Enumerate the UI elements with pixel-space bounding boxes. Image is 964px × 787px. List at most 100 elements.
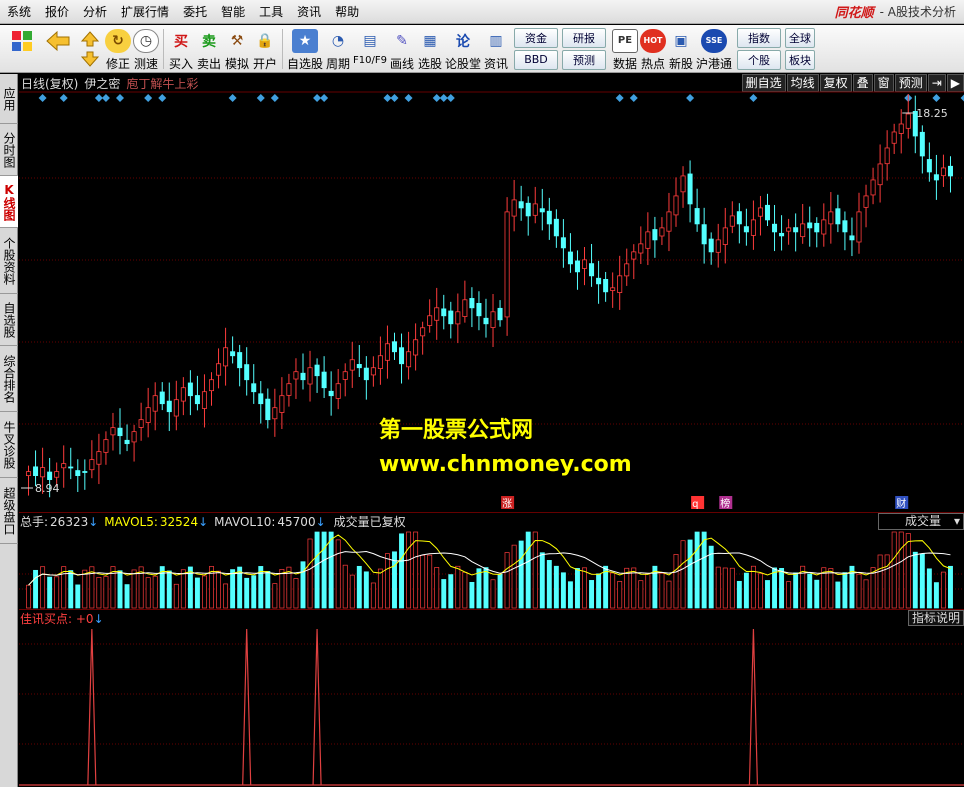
window-title: - A股技术分析 — [879, 5, 956, 19]
volume-panel-header: 总手: 26323 ↓ MAVOL5: 32524 ↓ MAVOL10: 457… — [19, 512, 964, 530]
volume-indicator-select[interactable]: 成交量 ▾ — [878, 513, 964, 530]
volume-bar — [349, 574, 355, 609]
candle-body — [61, 463, 67, 469]
volume-bar — [729, 567, 735, 609]
data-button[interactable]: PE 数据 — [612, 26, 638, 72]
sidebar-tab-timeshare[interactable]: 分时图 — [0, 124, 18, 176]
candle-body — [448, 310, 454, 325]
candle-body — [413, 339, 419, 356]
volume-bar — [180, 569, 186, 609]
forum-button[interactable]: 论 论股堂 — [445, 26, 481, 72]
event-diamond — [749, 94, 758, 102]
mavol10-value: 45700 — [277, 514, 316, 529]
candle-body — [293, 371, 299, 380]
candle-body — [208, 379, 215, 392]
f10-button[interactable]: ▤ F10/F9 — [353, 26, 387, 72]
event-marker-label: 涨 — [502, 498, 512, 510]
f10-label: F10/F9 — [353, 54, 387, 66]
sidebar-tab-kline[interactable]: K线图 — [0, 176, 18, 228]
forecast-button[interactable]: 预测 — [562, 49, 606, 70]
mavol10-line — [28, 550, 951, 586]
menu-help[interactable]: 帮助 — [328, 0, 366, 24]
news-icon: ▥ — [489, 32, 503, 49]
candle-body — [870, 179, 876, 196]
candle-body — [138, 419, 144, 428]
candle-body — [40, 467, 46, 478]
single-stock-button[interactable]: 个股 — [737, 49, 782, 70]
ipo-button[interactable]: ▣ 新股 — [668, 26, 694, 72]
capital-button[interactable]: 资金 — [514, 27, 558, 48]
candle-body — [427, 315, 433, 326]
hot-label: 热点 — [640, 56, 665, 71]
volume-adjusted-note: 成交量已复权 — [333, 515, 406, 529]
draw-line-button[interactable]: ✎ 画线 — [389, 26, 415, 72]
sidebar-tab-watchlist[interactable]: 自选股 — [0, 294, 18, 346]
volume-bar — [173, 583, 179, 609]
sidebar-tab-ranking[interactable]: 综合排名 — [0, 346, 18, 412]
volume-bar — [905, 533, 911, 609]
speed-test-label: 测速 — [133, 56, 158, 71]
bbd-button[interactable]: BBD — [514, 49, 558, 70]
volume-bar — [715, 566, 721, 609]
candle-body — [603, 279, 609, 293]
sidebar-tab-diagnosis[interactable]: 牛叉诊股 — [0, 412, 18, 478]
candle-body — [342, 371, 348, 380]
candle-body — [645, 231, 651, 249]
simulate-button[interactable]: ⚒ 模拟 — [224, 26, 250, 72]
volume-bar — [40, 566, 46, 609]
sidebar-tab-super-panel[interactable]: 超级盘口 — [0, 478, 18, 544]
sector-button[interactable]: 板块 — [785, 49, 816, 70]
indicator-explain-button[interactable]: 指标说明 — [907, 610, 964, 626]
chevron-down-icon: ▾ — [953, 514, 960, 528]
candle-body — [145, 407, 151, 423]
hk-connect-button[interactable]: SSE 沪港通 — [696, 26, 732, 72]
event-diamond — [932, 94, 941, 102]
speed-test-button[interactable]: ◷ 测速 — [133, 26, 159, 72]
menu-analysis[interactable]: 分析 — [76, 0, 114, 24]
candle-body — [687, 173, 693, 205]
correct-button[interactable]: ↻ 修正 — [105, 26, 131, 72]
menu-quote[interactable]: 报价 — [38, 0, 76, 24]
period-button[interactable]: ◔ 周期 — [325, 26, 351, 72]
menu-smart[interactable]: 智能 — [214, 0, 252, 24]
menu-news[interactable]: 资讯 — [290, 0, 328, 24]
candle-body — [82, 471, 88, 473]
layout-button[interactable] — [5, 26, 39, 72]
volume-bar — [863, 579, 869, 609]
event-marker-label: q — [692, 499, 698, 510]
event-diamond — [960, 94, 964, 102]
volume-bar — [103, 576, 109, 609]
global-button[interactable]: 全球 — [785, 27, 816, 48]
sell-button[interactable]: 卖 卖出 — [196, 26, 222, 72]
hot-icon: HOT — [640, 28, 666, 53]
candle-body — [230, 351, 236, 357]
candle-body — [391, 341, 397, 353]
buy-button[interactable]: 买 买入 — [168, 26, 194, 72]
volume-bar — [131, 569, 137, 609]
menu-extended[interactable]: 扩展行情 — [114, 0, 176, 24]
news-button[interactable]: ▥ 资讯 — [483, 26, 509, 72]
stock-picker-button[interactable]: ▦ 选股 — [417, 26, 443, 72]
menu-tools[interactable]: 工具 — [252, 0, 290, 24]
candle-body — [849, 235, 855, 241]
back-button[interactable] — [41, 26, 75, 72]
sidebar-tab-profile[interactable]: 个股资料 — [0, 228, 18, 294]
candle-body — [216, 363, 222, 376]
sidebar-tab-apps[interactable]: 应用 — [0, 74, 18, 124]
news-label: 资讯 — [483, 56, 508, 71]
research-button[interactable]: 研报 — [562, 27, 606, 48]
up-down-button[interactable] — [77, 26, 103, 72]
volume-bar — [377, 568, 383, 609]
period-clock-icon: ◔ — [331, 32, 345, 49]
index-button[interactable]: 指数 — [737, 27, 782, 48]
candle-body — [617, 275, 623, 293]
watchlist-button[interactable]: ★ 自选股 — [287, 26, 323, 72]
candle-body — [596, 277, 602, 285]
menu-system[interactable]: 系统 — [0, 0, 38, 24]
hot-button[interactable]: HOT 热点 — [640, 26, 666, 72]
candle-body — [504, 211, 510, 318]
menu-trade[interactable]: 委托 — [176, 0, 214, 24]
candle-body — [441, 308, 447, 317]
open-account-button[interactable]: 🔒 开户 — [252, 26, 278, 72]
volume-bar — [497, 573, 503, 609]
